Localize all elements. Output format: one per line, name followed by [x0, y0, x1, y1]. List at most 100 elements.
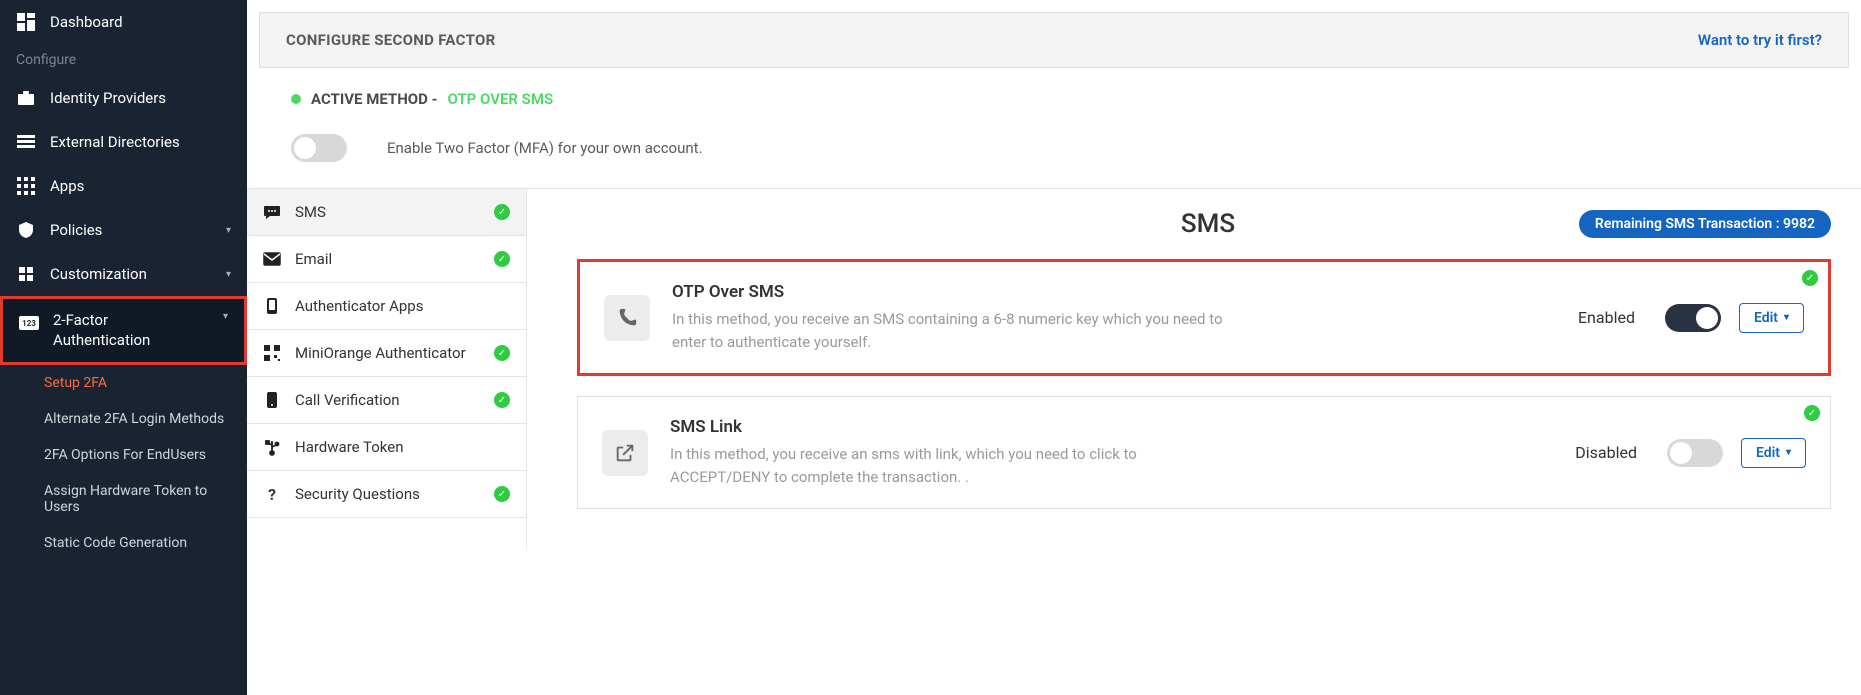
sidebar-item-apps[interactable]: Apps — [0, 164, 247, 208]
call-icon — [263, 391, 281, 409]
active-method-row: ACTIVE METHOD - OTP OVER SMS — [247, 68, 1861, 120]
otp-over-sms-toggle[interactable] — [1665, 304, 1721, 332]
enable-mfa-text: Enable Two Factor (MFA) for your own acc… — [387, 139, 703, 157]
tab-label: Email — [295, 250, 332, 268]
briefcase-icon — [16, 88, 36, 108]
check-icon: ✓ — [1804, 405, 1820, 421]
dashboard-icon — [16, 12, 36, 32]
card-actions: Disabled Edit ▾ — [1575, 438, 1806, 468]
edit-label: Edit — [1754, 310, 1778, 326]
grid-icon — [16, 176, 36, 196]
shield-icon — [16, 220, 36, 240]
tab-email[interactable]: Email ✓ — [247, 236, 526, 283]
sidebar-item-label: External Directories — [50, 133, 180, 151]
detail-panel: SMS Remaining SMS Transaction : 9982 ✓ O… — [527, 189, 1861, 549]
chevron-down-icon: ▾ — [223, 311, 228, 322]
sidebar-item-label: Identity Providers — [50, 89, 166, 107]
page-title: CONFIGURE SECOND FACTOR — [286, 31, 496, 49]
edit-label: Edit — [1756, 445, 1780, 461]
card-body: SMS Link In this method, you receive an … — [670, 417, 1553, 488]
sidebar-section-configure: Configure — [0, 44, 247, 76]
active-method-value: OTP OVER SMS — [448, 90, 554, 108]
method-tabs: SMS ✓ Email ✓ Authenticator Apps — [247, 189, 527, 549]
sidebar-item-label: Customization — [50, 265, 147, 283]
phone-call-icon — [604, 295, 650, 341]
method-card-otp-over-sms: ✓ OTP Over SMS In this method, you recei… — [577, 259, 1831, 376]
card-body: OTP Over SMS In this method, you receive… — [672, 282, 1556, 353]
check-icon: ✓ — [494, 486, 510, 502]
card-title: SMS Link — [670, 417, 1553, 437]
check-icon: ✓ — [494, 251, 510, 267]
usb-icon — [263, 438, 281, 456]
chevron-down-icon: ▾ — [1786, 447, 1791, 458]
header-bar: CONFIGURE SECOND FACTOR Want to try it f… — [259, 12, 1849, 68]
sidebar-item-policies[interactable]: Policies ▾ — [0, 208, 247, 252]
edit-otp-over-sms-button[interactable]: Edit ▾ — [1739, 303, 1804, 333]
tab-label: Security Questions — [295, 485, 420, 503]
sidebar-item-external-directories[interactable]: External Directories — [0, 120, 247, 164]
svg-text:123: 123 — [22, 319, 36, 328]
tab-sms[interactable]: SMS ✓ — [247, 189, 526, 236]
sidebar-sub-setup-2fa[interactable]: Setup 2FA — [32, 365, 247, 401]
card-description: In this method, you receive an SMS conta… — [672, 308, 1232, 353]
sidebar-sub-alternate-methods[interactable]: Alternate 2FA Login Methods — [32, 401, 247, 437]
try-it-first-link[interactable]: Want to try it first? — [1698, 31, 1822, 49]
tab-label: Hardware Token — [295, 438, 404, 456]
check-icon: ✓ — [494, 345, 510, 361]
tab-label: Authenticator Apps — [295, 297, 423, 315]
sidebar-item-identity-providers[interactable]: Identity Providers — [0, 76, 247, 120]
sidebar-2fa-subitems: Setup 2FA Alternate 2FA Login Methods 2F… — [0, 365, 247, 561]
method-card-sms-link: ✓ SMS Link In this method, you receive a… — [577, 396, 1831, 509]
active-dot-icon — [291, 94, 301, 104]
tab-label: Call Verification — [295, 391, 400, 409]
tab-authenticator-apps[interactable]: Authenticator Apps — [247, 283, 526, 330]
sidebar-sub-options-endusers[interactable]: 2FA Options For EndUsers — [32, 437, 247, 473]
card-title: OTP Over SMS — [672, 282, 1556, 302]
sidebar-sub-static-code[interactable]: Static Code Generation — [32, 525, 247, 561]
tab-hardware-token[interactable]: Hardware Token — [247, 424, 526, 471]
detail-title: SMS — [837, 209, 1579, 239]
list-icon — [16, 132, 36, 152]
tab-call-verification[interactable]: Call Verification ✓ — [247, 377, 526, 424]
content-row: SMS ✓ Email ✓ Authenticator Apps — [247, 188, 1861, 549]
external-link-icon — [602, 430, 648, 476]
enable-mfa-toggle[interactable] — [291, 134, 347, 162]
otp-123-icon: 123 — [19, 313, 39, 333]
tab-security-questions[interactable]: ? Security Questions ✓ — [247, 471, 526, 518]
check-icon: ✓ — [494, 392, 510, 408]
sidebar-sub-assign-hardware[interactable]: Assign Hardware Token to Users — [32, 473, 247, 525]
sms-icon — [263, 203, 281, 221]
sidebar-item-2fa[interactable]: 123 2-Factor Authentication ▾ — [0, 296, 247, 365]
sidebar-item-dashboard[interactable]: Dashboard — [0, 0, 247, 44]
card-status: Disabled — [1575, 443, 1637, 462]
sms-link-toggle[interactable] — [1667, 439, 1723, 467]
email-icon — [263, 250, 281, 268]
enable-own-account-row: Enable Two Factor (MFA) for your own acc… — [247, 120, 1861, 188]
card-actions: Enabled Edit ▾ — [1578, 303, 1804, 333]
card-status: Enabled — [1578, 308, 1635, 327]
chevron-down-icon: ▾ — [226, 269, 231, 280]
sidebar: Dashboard Configure Identity Providers E… — [0, 0, 247, 695]
question-icon: ? — [263, 485, 281, 503]
detail-header: SMS Remaining SMS Transaction : 9982 — [577, 209, 1831, 239]
check-icon: ✓ — [494, 204, 510, 220]
card-description: In this method, you receive an sms with … — [670, 443, 1230, 488]
chevron-down-icon: ▾ — [226, 225, 231, 236]
sidebar-item-customization[interactable]: Customization ▾ — [0, 252, 247, 296]
edit-sms-link-button[interactable]: Edit ▾ — [1741, 438, 1806, 468]
main-panel: CONFIGURE SECOND FACTOR Want to try it f… — [247, 0, 1861, 695]
qr-icon — [263, 344, 281, 362]
phone-icon — [263, 297, 281, 315]
tab-label: MiniOrange Authenticator — [295, 344, 466, 362]
sidebar-item-label: Apps — [50, 177, 84, 195]
active-method-label: ACTIVE METHOD - — [311, 90, 438, 108]
remaining-sms-badge: Remaining SMS Transaction : 9982 — [1579, 210, 1831, 238]
check-icon: ✓ — [1802, 270, 1818, 286]
puzzle-icon — [16, 264, 36, 284]
tab-label: SMS — [295, 203, 326, 221]
tab-miniorange-authenticator[interactable]: MiniOrange Authenticator ✓ — [247, 330, 526, 377]
sidebar-item-label: 2-Factor Authentication — [53, 311, 209, 350]
sidebar-item-label: Policies — [50, 221, 102, 239]
chevron-down-icon: ▾ — [1784, 312, 1789, 323]
sidebar-item-label: Dashboard — [50, 13, 123, 31]
